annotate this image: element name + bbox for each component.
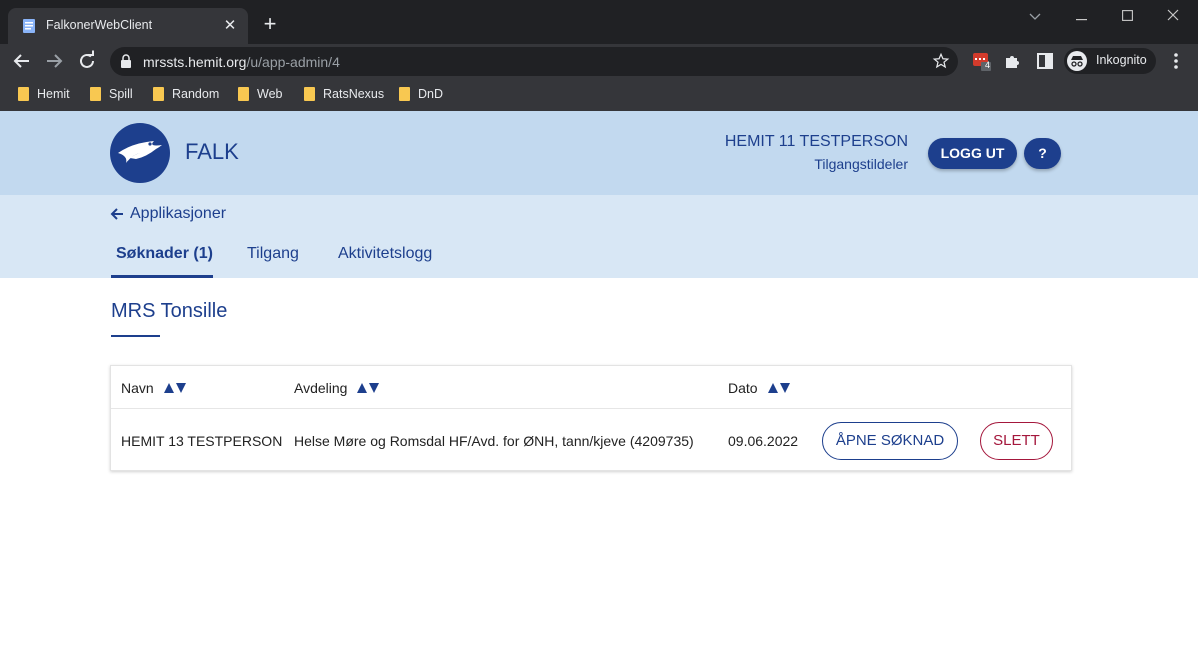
sort-descending-icon[interactable] [369,383,380,393]
logout-button[interactable]: LOGG UT [928,138,1017,169]
tab-title: FalkonerWebClient [46,18,153,32]
bookmark-web[interactable]: Web [238,85,282,103]
bookmarks-bar: Hemit Spill Random Web RatsNexus DnD [0,80,1198,106]
incognito-profile-button[interactable]: Inkognito [1064,48,1156,74]
back-link-label: Applikasjoner [130,205,227,222]
bookmark-label: Hemit [37,87,70,101]
kebab-menu-icon[interactable] [1168,51,1184,71]
extension-calendar-icon[interactable]: 4 [972,51,992,71]
column-label: Navn [121,380,154,396]
cell-avdeling: Helse Møre og Romsdal HF/Avd. for ØNH, t… [294,433,694,449]
maximize-icon[interactable] [1104,4,1150,28]
incognito-icon [1067,51,1087,71]
close-window-icon[interactable] [1150,4,1196,28]
applications-table: Navn Avdeling Dato HEMIT 13 TESTPERSON H… [110,365,1072,471]
brand-name: FALK [185,139,239,164]
url-text: mrssts.hemit.org/u/app-admin/4 [143,54,340,70]
back-to-applications-link[interactable]: Applikasjoner [110,205,226,223]
browser-toolbar: mrssts.hemit.org/u/app-admin/4 4 Inkogni… [0,44,1198,78]
reload-icon[interactable] [75,49,99,73]
back-arrow-icon[interactable] [10,49,34,73]
sort-ascending-icon[interactable] [163,383,174,393]
sort-ascending-icon[interactable] [357,383,368,393]
sort-controls [163,383,186,393]
folder-icon [18,87,29,101]
sort-controls [357,383,380,393]
bookmark-label: Random [172,87,220,101]
sub-navigation: Applikasjoner Søknader (1) Tilgang Aktiv… [0,195,1198,278]
new-tab-icon[interactable]: + [258,12,282,36]
url-path: /u/app-admin/4 [246,54,340,70]
bookmark-label: Spill [109,87,133,101]
profile-label: Inkognito [1096,53,1147,67]
forward-arrow-icon[interactable] [42,49,66,73]
close-tab-icon[interactable]: ✕ [220,16,240,36]
column-label: Avdeling [294,380,348,396]
sort-descending-icon[interactable] [175,383,186,393]
extension-badge: 4 [985,60,991,70]
lock-icon [121,54,131,68]
arrow-left-icon [110,208,123,220]
side-panel-icon[interactable] [1035,51,1055,71]
column-header-avdeling: Avdeling [294,380,380,396]
app-header: FALK HEMIT 11 TESTPERSON Tilgangstildele… [0,111,1198,195]
folder-icon [304,87,315,101]
tab-soknader[interactable]: Søknader (1) [116,245,213,263]
delete-button[interactable]: SLETT [980,422,1053,460]
address-bar[interactable]: mrssts.hemit.org/u/app-admin/4 [110,47,958,76]
table-header: Navn Avdeling Dato [111,366,1071,409]
page-title: MRS Tonsille [111,300,228,322]
bookmark-star-icon[interactable] [932,52,950,70]
cell-dato: 09.06.2022 [728,433,799,449]
bookmark-hemit[interactable]: Hemit [18,85,70,103]
title-divider [111,335,160,337]
open-application-button[interactable]: ÅPNE SØKNAD [822,422,958,460]
folder-icon [238,87,249,101]
chevron-down-icon[interactable] [1012,4,1058,28]
bookmark-label: Web [257,87,283,101]
bookmark-spill[interactable]: Spill [90,85,133,103]
browser-tab[interactable]: FalkonerWebClient ✕ [8,8,248,44]
page-icon [23,19,35,33]
url-host: mrssts.hemit.org [143,54,247,70]
tab-tilgang[interactable]: Tilgang [247,245,299,263]
folder-icon [153,87,164,101]
column-header-navn: Navn [121,380,186,396]
bookmark-random[interactable]: Random [153,85,219,103]
browser-chrome: FalkonerWebClient ✕ + mrssts.hemit.org/u… [0,0,1198,111]
user-name: HEMIT 11 TESTPERSON [724,133,908,150]
minimize-icon[interactable] [1058,4,1104,28]
folder-icon [399,87,410,101]
tab-aktivitetslogg[interactable]: Aktivitetslogg [338,245,432,263]
cell-navn: HEMIT 13 TESTPERSON [121,433,283,449]
falk-logo-icon[interactable] [110,123,170,183]
column-header-dato: Dato [728,380,790,396]
bookmark-ratsnexus[interactable]: RatsNexus [304,85,384,103]
puzzle-extensions-icon[interactable] [1003,51,1023,71]
bookmark-label: RatsNexus [323,87,385,101]
folder-icon [90,87,101,101]
column-label: Dato [728,380,758,396]
bookmark-label: DnD [418,87,444,101]
sort-controls [767,383,790,393]
sort-descending-icon[interactable] [779,383,790,393]
help-button[interactable]: ? [1024,138,1061,169]
sort-ascending-icon[interactable] [767,383,778,393]
user-role: Tilgangstildeler [814,156,908,172]
bookmark-dnd[interactable]: DnD [399,85,443,103]
tab-strip: FalkonerWebClient ✕ + [0,0,1198,44]
active-tab-indicator [111,275,213,278]
